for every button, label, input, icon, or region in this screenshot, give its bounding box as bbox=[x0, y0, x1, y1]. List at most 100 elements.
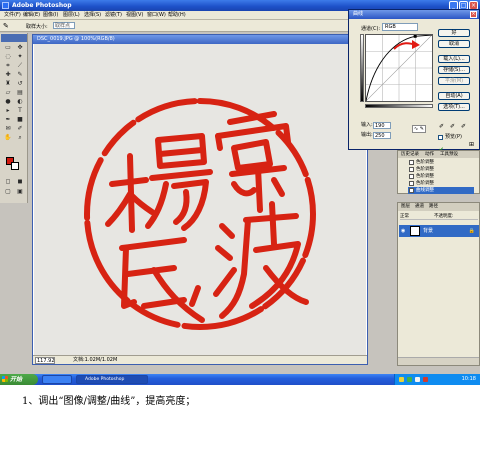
screen-mode-icon[interactable]: ▢ bbox=[3, 188, 13, 195]
curves-title: 曲线 bbox=[353, 11, 364, 17]
channel-label: 通道(C): bbox=[361, 26, 381, 32]
dodge-icon[interactable]: ◐ bbox=[15, 98, 25, 105]
quick-mask-icon[interactable]: ◻ bbox=[3, 178, 13, 185]
tab-actions[interactable]: 动作 bbox=[425, 151, 434, 158]
curves-title-bar[interactable]: 曲线 × bbox=[349, 10, 479, 19]
slice-icon[interactable]: ⟋ bbox=[15, 62, 25, 69]
crop-icon[interactable]: ⌗ bbox=[3, 62, 13, 69]
document-title-bar[interactable]: DSC_0019.JPG @ 100%(RGB/8) bbox=[33, 35, 367, 44]
gradient-icon[interactable]: ▤ bbox=[15, 89, 25, 96]
history-step-icon bbox=[409, 160, 414, 165]
seal-char-bo bbox=[213, 201, 309, 319]
curve-pencil-toggle[interactable]: ∿ ✎ bbox=[412, 125, 426, 133]
close-icon[interactable]: × bbox=[470, 11, 477, 18]
eyedropper-icon[interactable]: ✎ bbox=[3, 22, 12, 30]
image-canvas[interactable] bbox=[34, 44, 366, 357]
move-icon[interactable]: ✥ bbox=[15, 44, 25, 51]
eraser-icon[interactable]: ▱ bbox=[3, 89, 13, 96]
save-button[interactable]: 存储(S)... bbox=[438, 66, 470, 74]
taskbar-item-photoshop[interactable]: Adobe Photoshop bbox=[76, 375, 148, 384]
history-row[interactable]: 色阶调整 bbox=[408, 173, 474, 180]
preview-checkbox[interactable] bbox=[438, 135, 443, 151]
menu-window[interactable]: 窗口(W) bbox=[147, 12, 166, 19]
history-row[interactable]: 色阶调整 bbox=[408, 159, 474, 166]
layer-row-background[interactable]: ◉ 背景 🔒 bbox=[399, 225, 479, 237]
document-size-info: 文档:1.02M/1.02M bbox=[73, 357, 118, 363]
layer-name: 背景 bbox=[423, 228, 434, 234]
blend-mode-select[interactable]: 正常 bbox=[400, 213, 409, 220]
menu-file[interactable]: 文件(F) bbox=[4, 12, 21, 19]
menu-filter[interactable]: 滤镜(T) bbox=[105, 12, 122, 19]
stamp-icon[interactable]: ♜ bbox=[3, 80, 13, 87]
load-button[interactable]: 载入(L)... bbox=[438, 55, 470, 63]
tab-paths[interactable]: 路径 bbox=[429, 203, 438, 211]
document-title: DSC_0019.JPG @ 100%(RGB/8) bbox=[37, 36, 115, 42]
menu-layer[interactable]: 图层(L) bbox=[63, 12, 80, 19]
full-screen-icon[interactable]: ▣ bbox=[15, 188, 25, 195]
toolbox: ▭ ✥ ◌ ✦ ⌗ ⟋ ✚ ✎ ♜ ↺ ▱ ▤ ● ◐ ▸ T ✒ ■ ✉ ✐ … bbox=[0, 33, 28, 203]
seal-image bbox=[84, 98, 316, 330]
sample-size-select[interactable]: 取样点 bbox=[53, 22, 75, 29]
app-title: Adobe Photoshop bbox=[12, 2, 72, 9]
curves-graph[interactable] bbox=[365, 34, 433, 102]
eye-icon[interactable]: ◉ bbox=[401, 228, 405, 234]
tab-history[interactable]: 历史记录 bbox=[401, 151, 419, 158]
hand-icon[interactable]: ✋ bbox=[3, 134, 13, 141]
path-select-icon[interactable]: ▸ bbox=[3, 107, 13, 114]
history-panel: 历史记录 动作 工具预设 色阶调整 色阶调整 色阶调整 色阶调整 曲线调整 bbox=[397, 150, 480, 194]
expand-icon[interactable]: ⊞ bbox=[469, 141, 474, 148]
history-row[interactable]: 色阶调整 bbox=[408, 180, 474, 187]
blur-icon[interactable]: ● bbox=[3, 98, 13, 105]
tray-icon[interactable] bbox=[407, 377, 412, 382]
smooth-button[interactable]: 平滑(M) bbox=[438, 77, 470, 85]
volume-icon[interactable] bbox=[415, 377, 420, 382]
history-row-selected[interactable]: 曲线调整 bbox=[408, 187, 474, 194]
magic-wand-icon[interactable]: ✦ bbox=[15, 53, 25, 60]
auto-button[interactable]: 自动(A) bbox=[438, 92, 470, 100]
brush-icon[interactable]: ✎ bbox=[15, 71, 25, 78]
history-row[interactable]: 色阶调整 bbox=[408, 166, 474, 173]
tray-icon[interactable] bbox=[399, 377, 404, 382]
tab-tool-presets[interactable]: 工具预设 bbox=[440, 151, 458, 158]
system-tray: 10:18 bbox=[394, 374, 480, 385]
type-icon[interactable]: T bbox=[15, 107, 25, 114]
quick-mask-on-icon[interactable]: ◼ bbox=[15, 178, 25, 185]
zoom-field[interactable]: 117.92 bbox=[35, 357, 55, 364]
notes-icon[interactable]: ✉ bbox=[3, 125, 13, 132]
shape-icon[interactable]: ■ bbox=[15, 116, 25, 123]
start-label: 开始 bbox=[10, 376, 23, 383]
gray-eyedropper-icon[interactable]: ✐ bbox=[449, 123, 456, 130]
background-color-swatch[interactable] bbox=[11, 162, 19, 170]
ok-button[interactable]: 好 bbox=[438, 29, 470, 37]
cancel-button[interactable]: 取消 bbox=[438, 40, 470, 48]
lock-icon: 🔒 bbox=[468, 228, 475, 234]
pen-icon[interactable]: ✒ bbox=[3, 116, 13, 123]
healing-icon[interactable]: ✚ bbox=[3, 71, 13, 78]
document-status-bar: 117.92 文档:1.02M/1.02M bbox=[33, 355, 367, 364]
menu-image[interactable]: 图像(I) bbox=[43, 12, 58, 19]
history-brush-icon[interactable]: ↺ bbox=[15, 80, 25, 87]
layers-panel: 图层 通道 路径 正常 不透明度: ◉ 背景 🔒 bbox=[397, 202, 480, 366]
tab-layers[interactable]: 图层 bbox=[401, 203, 410, 211]
eyedropper-tool-icon[interactable]: ✐ bbox=[15, 125, 25, 132]
tab-channels[interactable]: 通道 bbox=[415, 203, 424, 211]
start-button[interactable]: 开始 bbox=[0, 374, 38, 385]
menu-view[interactable]: 视图(V) bbox=[126, 12, 143, 19]
options-button[interactable]: 选项(T)... bbox=[438, 103, 470, 111]
layer-options-row: 正常 不透明度: bbox=[400, 213, 478, 220]
lasso-icon[interactable]: ◌ bbox=[3, 53, 13, 60]
menu-edit[interactable]: 编辑(E) bbox=[23, 12, 40, 19]
taskbar-item[interactable] bbox=[42, 375, 72, 384]
output-field[interactable]: 250 bbox=[373, 132, 391, 139]
menu-select[interactable]: 选择(S) bbox=[84, 12, 101, 19]
marquee-icon[interactable]: ▭ bbox=[3, 44, 13, 51]
menu-help[interactable]: 帮助(H) bbox=[168, 12, 186, 19]
black-eyedropper-icon[interactable]: ✐ bbox=[438, 123, 445, 130]
channel-select[interactable]: RGB bbox=[382, 23, 418, 31]
input-field[interactable]: 190 bbox=[373, 122, 391, 129]
white-eyedropper-icon[interactable]: ✐ bbox=[460, 123, 467, 130]
history-row-label: 色阶调整 bbox=[416, 174, 434, 179]
history-row-label: 色阶调整 bbox=[416, 160, 434, 165]
tray-icon[interactable] bbox=[423, 377, 428, 382]
zoom-icon[interactable]: ⌕ bbox=[15, 134, 25, 141]
